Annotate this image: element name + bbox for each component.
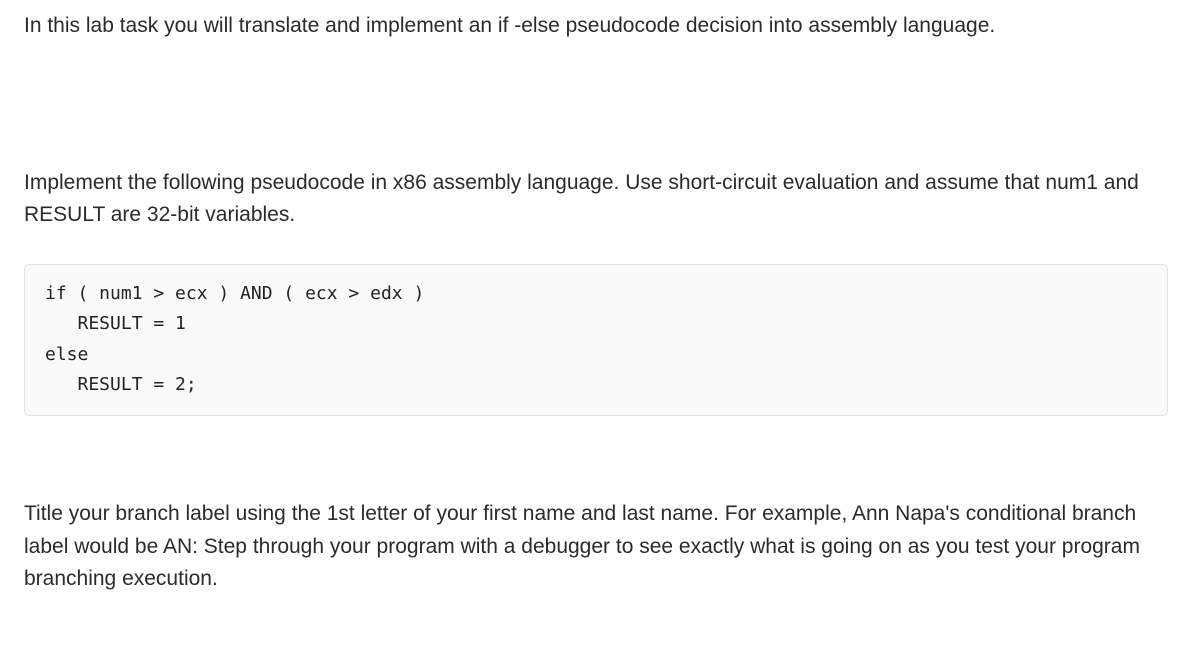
spacer bbox=[24, 49, 1176, 167]
spacer bbox=[24, 416, 1176, 498]
instructions-paragraph: Implement the following pseudocode in x8… bbox=[24, 167, 1176, 232]
pseudocode-block: if ( num1 > ecx ) AND ( ecx > edx ) RESU… bbox=[24, 264, 1168, 416]
spacer bbox=[24, 238, 1176, 264]
footer-paragraph: Title your branch label using the 1st le… bbox=[24, 498, 1176, 596]
intro-paragraph: In this lab task you will translate and … bbox=[24, 10, 1176, 43]
